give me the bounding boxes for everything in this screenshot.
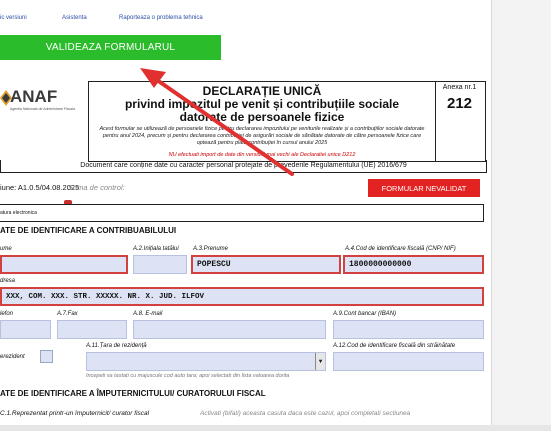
label-cont: A.9.Cont bancar (IBAN) bbox=[333, 311, 397, 317]
electronic-signature-box[interactable]: atura electronica bbox=[0, 204, 484, 222]
cod-strainatate-input[interactable] bbox=[333, 352, 484, 371]
iban-input[interactable] bbox=[333, 320, 484, 339]
declaration-title: DECLARAȚIE UNICĂ bbox=[202, 84, 322, 98]
declaration-header: DECLARAȚIE UNICĂ privind impozitul pe ve… bbox=[88, 81, 436, 162]
fax-input[interactable] bbox=[57, 320, 127, 339]
label-adresa: dresa bbox=[0, 278, 16, 284]
link-versiuni[interactable]: ic versiuni bbox=[0, 15, 27, 21]
import-warning: NU efectuati import de date din versiuni… bbox=[168, 152, 356, 158]
link-raporteaza[interactable]: Raporteaza o problema tehnica bbox=[119, 15, 203, 21]
declaration-subtitle-1: privind impozitul pe venit și contribuți… bbox=[124, 97, 400, 111]
tara-select[interactable]: ▼ bbox=[86, 352, 326, 371]
declaration-subtitle-2: datorate de persoanele fizice bbox=[179, 110, 345, 124]
cnp-input[interactable]: 1800000000000 bbox=[343, 255, 484, 274]
prenume-input[interactable]: POPESCU bbox=[191, 255, 341, 274]
logo-subtitle: Agentia Nationala de Administrare Fiscal… bbox=[10, 107, 75, 111]
label-fax: A.7.Fax bbox=[57, 311, 78, 317]
email-input[interactable] bbox=[133, 320, 326, 339]
chevron-down-icon[interactable]: ▼ bbox=[315, 353, 325, 370]
telefon-input[interactable] bbox=[0, 320, 51, 339]
anaf-logo: ANAF Agentia Nationala de Administrare F… bbox=[0, 87, 75, 117]
signature-label: atura electronica bbox=[0, 210, 37, 216]
right-side-panel bbox=[491, 0, 551, 431]
tara-hint: Incepeti sa tastati cu majuscule cod aut… bbox=[86, 373, 290, 379]
section-c-title: ATE DE IDENTIFICARE A ÎMPUTERNICITULUI/ … bbox=[0, 389, 266, 398]
label-tara: A.11.Țara de rezidență bbox=[86, 343, 147, 349]
label-nerezident: erezident bbox=[0, 354, 25, 360]
adresa-input[interactable]: XXX, COM. XXX. STR. XXXXX. NR. X. JUD. I… bbox=[0, 287, 484, 306]
logo-name: ANAF bbox=[10, 87, 58, 106]
initiala-input[interactable] bbox=[133, 255, 187, 274]
link-asistenta[interactable]: Asistenta bbox=[62, 15, 87, 21]
control-sum-label: Suma de control: bbox=[68, 183, 125, 192]
nume-input[interactable] bbox=[0, 255, 128, 274]
c1-label: C.1.Reprezentat printr-un împuternicit/ … bbox=[0, 410, 150, 417]
annex-number: 212 bbox=[446, 95, 473, 112]
bottom-scroll-strip bbox=[0, 425, 551, 431]
label-prenume: A.3.Prenume bbox=[193, 246, 229, 252]
label-initiala: A.2.Inițiala tatălui bbox=[133, 246, 179, 252]
nerezident-checkbox[interactable] bbox=[40, 350, 53, 363]
form-page: ic versiuni Asistenta Raporteaza o probl… bbox=[0, 0, 491, 431]
validate-form-button[interactable]: VALIDEAZA FORMULARUL bbox=[0, 35, 221, 60]
label-telefon: lefon bbox=[0, 311, 14, 317]
label-cod-strainatate: A.12.Cod de identificare fiscală din str… bbox=[333, 343, 456, 349]
label-cnp: A.4.Cod de identificare fiscală (CNP/ NI… bbox=[345, 246, 456, 252]
label-email: A.8. E-mail bbox=[133, 311, 163, 317]
section-a-title: ATE DE IDENTIFICARE A CONTRIBUABILULUI bbox=[0, 226, 177, 235]
annex-box: Anexa nr.1 212 bbox=[434, 81, 486, 162]
personal-data-notice: Document care conține date cu caracter p… bbox=[0, 160, 487, 173]
form-status-button[interactable]: FORMULAR NEVALIDAT bbox=[368, 179, 480, 197]
annex-label: Anexa nr.1 bbox=[442, 84, 477, 91]
c1-hint: Activati (bifati) aceasta casuta daca es… bbox=[200, 410, 411, 417]
declaration-note: Acest formular se utilizează de persoane… bbox=[99, 126, 425, 146]
label-nume: ume bbox=[0, 246, 12, 252]
